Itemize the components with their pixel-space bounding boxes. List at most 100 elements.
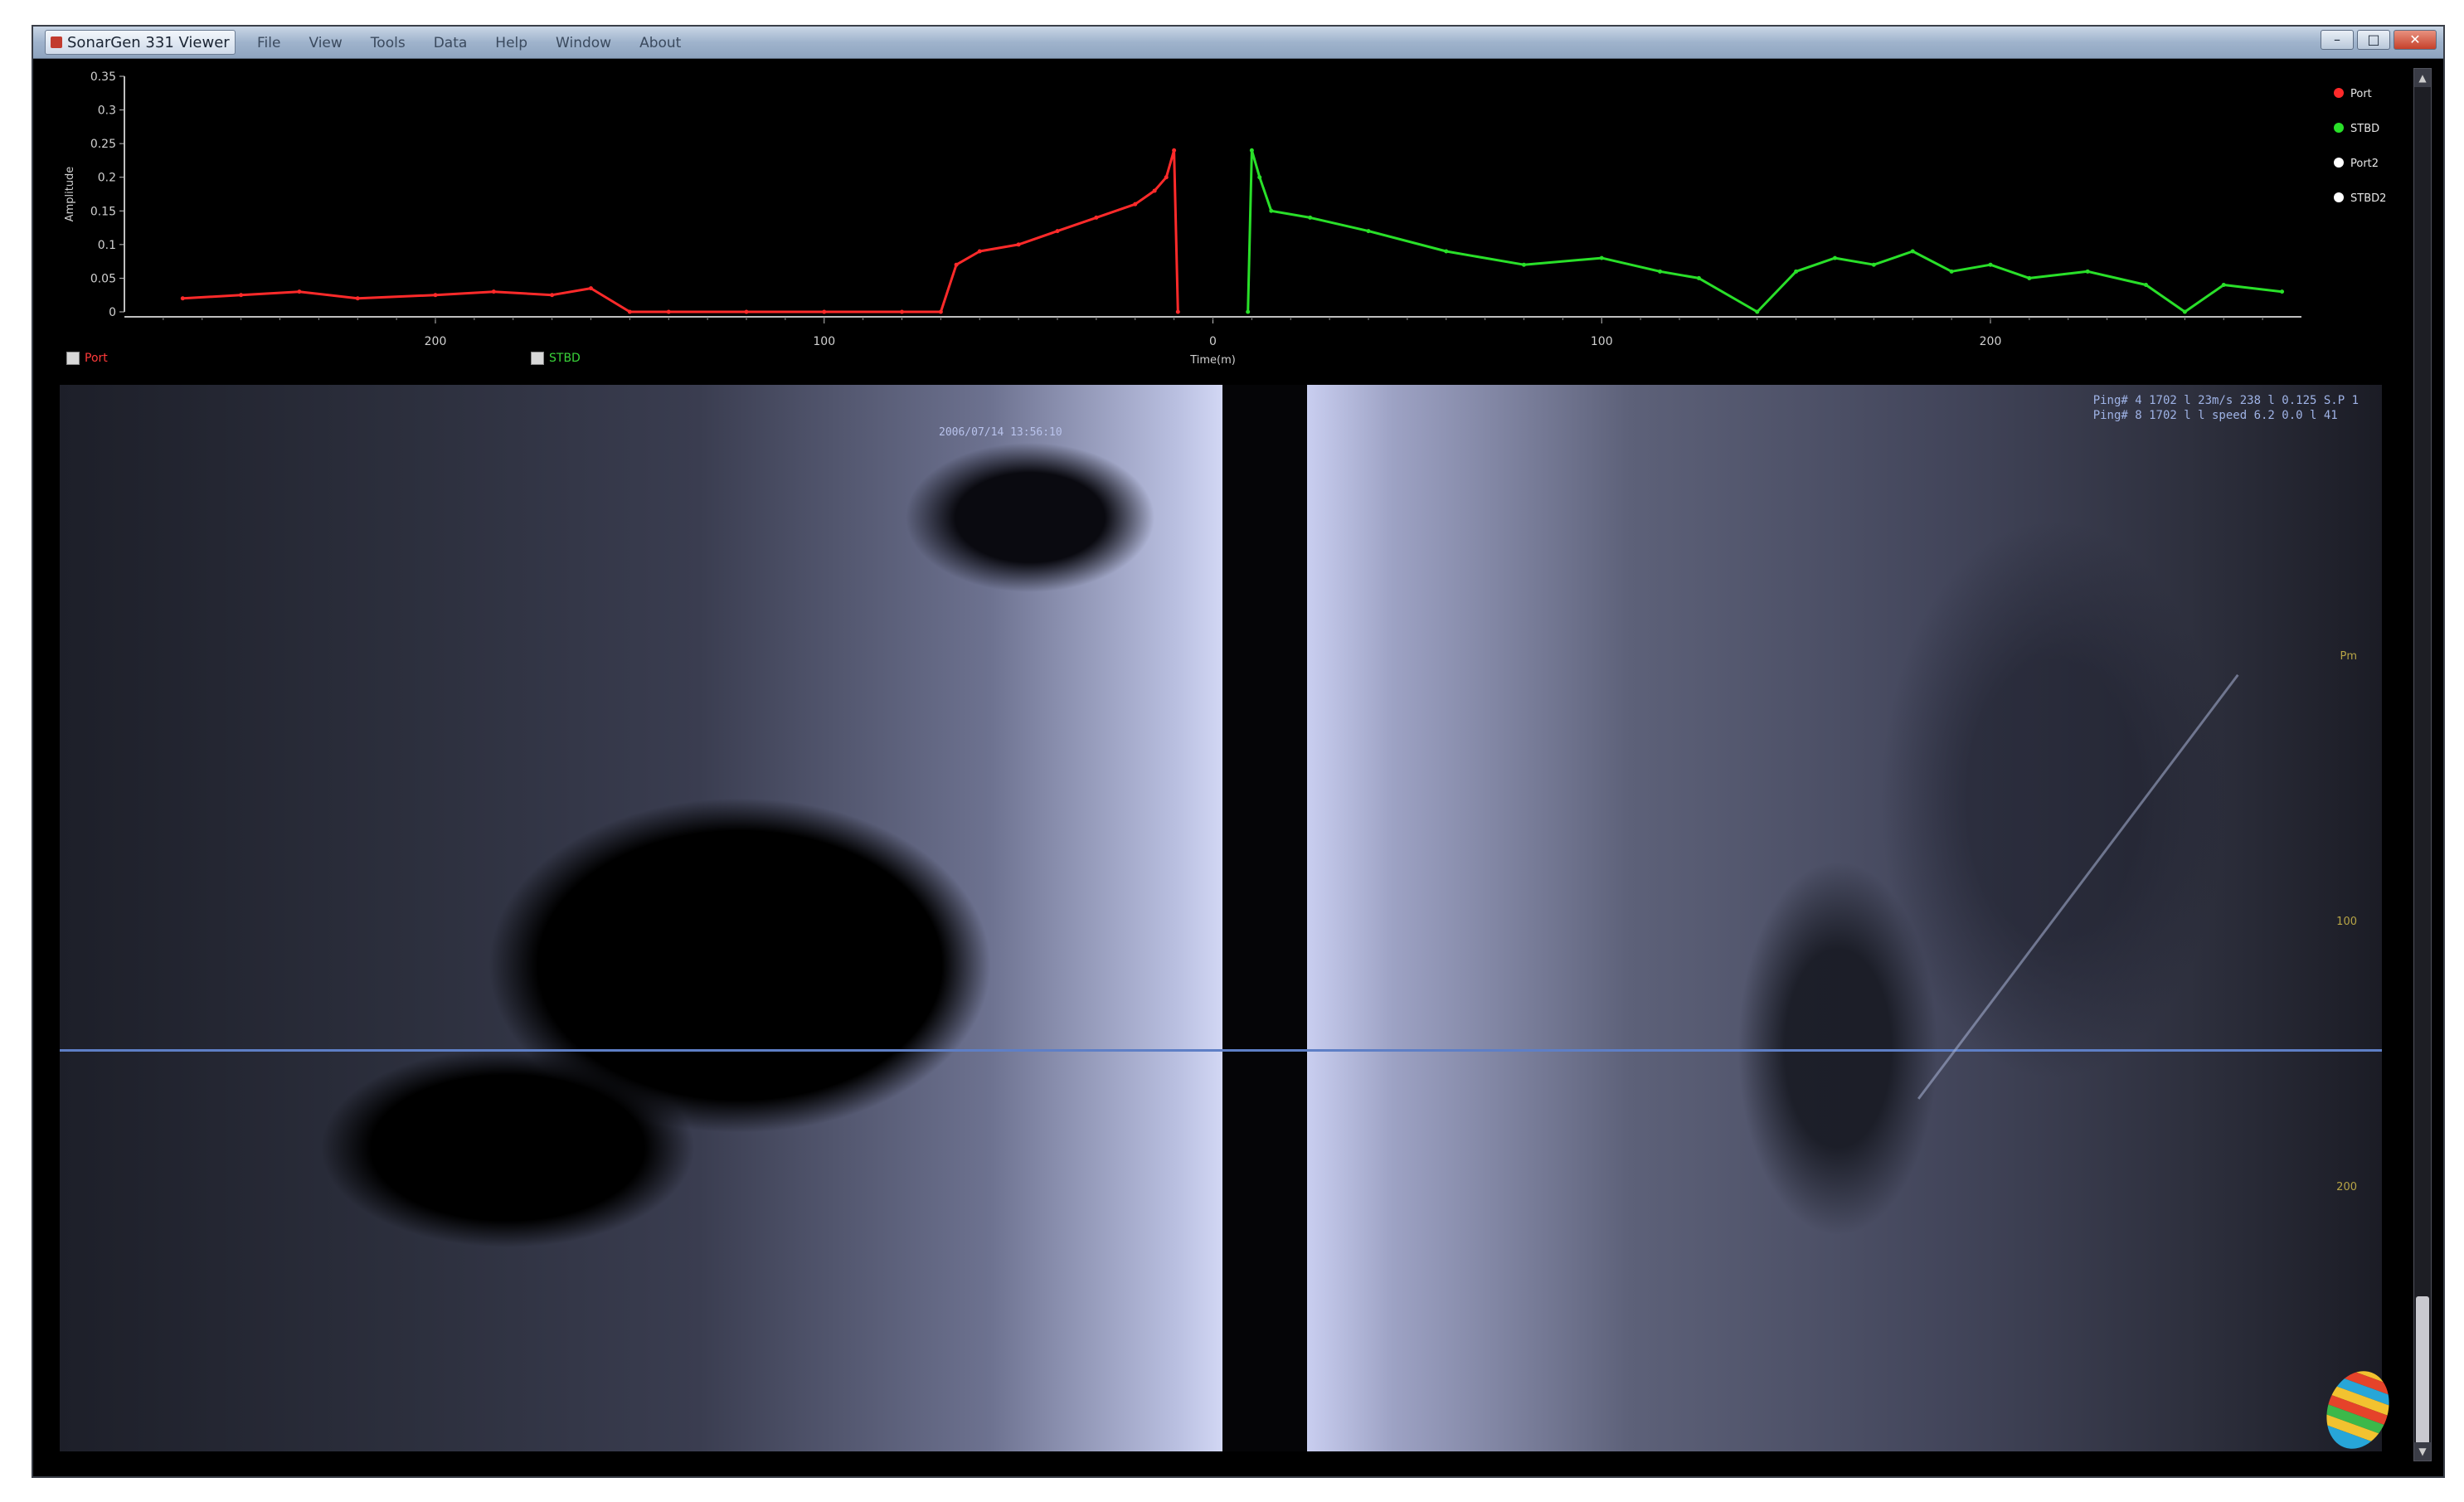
track-cursor-line[interactable] — [60, 1049, 2382, 1052]
x-tick-label: 200 — [425, 335, 447, 348]
data-point-port — [744, 309, 749, 314]
y-tick-label: 0.2 — [98, 172, 116, 185]
menu-item-view[interactable]: View — [309, 33, 342, 53]
vertical-scrollbar[interactable]: ▲ ▼ — [2413, 68, 2432, 1461]
window-controls: – □ ✕ — [2321, 30, 2437, 50]
x-tick-label: 100 — [813, 335, 835, 348]
port-checkbox[interactable] — [66, 352, 80, 365]
y-tick-label: 0.05 — [90, 272, 116, 285]
data-point-port — [239, 293, 244, 298]
menu-item-tools[interactable]: Tools — [371, 33, 406, 53]
data-point-port — [822, 309, 827, 314]
timestamp-overlay: 2006/07/14 13:56:10 — [939, 426, 1062, 439]
data-point-stbd — [2182, 309, 2187, 314]
minimize-button[interactable]: – — [2321, 30, 2354, 50]
scroll-down-arrow-icon[interactable]: ▼ — [2414, 1442, 2431, 1461]
channel-stbd-toggle[interactable]: STBD — [531, 352, 581, 365]
data-point-port — [1133, 202, 1138, 207]
sonar-image-view[interactable]: 2006/07/14 13:56:10 Ping# 4 1702 l 23m/s… — [60, 385, 2382, 1451]
data-point-stbd — [2221, 283, 2226, 288]
data-point-port — [297, 289, 302, 294]
legend-marker — [2334, 158, 2344, 168]
menu-item-window[interactable]: Window — [556, 33, 611, 53]
ping-info-line: Ping# 4 1702 l 23m/s 238 l 0.125 S.P 1 — [2092, 394, 2359, 407]
data-point-stbd — [1308, 215, 1313, 220]
data-point-stbd — [1910, 249, 1915, 254]
data-point-port — [954, 262, 959, 267]
menu-item-help[interactable]: Help — [495, 33, 527, 53]
channel-labels: Port STBD — [33, 352, 2413, 377]
data-point-port — [1055, 229, 1060, 234]
data-point-port — [977, 249, 982, 254]
y-tick-label: 0.1 — [98, 239, 116, 252]
data-point-port — [666, 309, 671, 314]
stbd-checkbox[interactable] — [531, 352, 544, 365]
data-point-stbd — [1257, 175, 1262, 180]
viewer-window: SonarGen 331 Viewer File View Tools Data Hel… — [32, 25, 2445, 1478]
stbd-channel-label: STBD — [549, 352, 581, 365]
range-mark: 200 — [2336, 1181, 2357, 1193]
ping-info-overlay: Ping# 4 1702 l 23m/s 238 l 0.125 S.P 1 P… — [2093, 393, 2359, 423]
y-tick-label: 0.3 — [98, 105, 116, 118]
x-tick-label: 100 — [1591, 335, 1613, 348]
data-point-port — [180, 296, 185, 301]
port-channel-label: Port — [85, 352, 108, 365]
data-point-port — [491, 289, 496, 294]
data-point-stbd — [2027, 275, 2032, 280]
amplitude-chart-panel: 0.35 0.3 0.25 0.2 0.15 0.1 0.05 0 200 100 0 100 200 T… — [33, 60, 2413, 383]
data-point-port — [433, 293, 438, 298]
data-point-port — [1094, 215, 1099, 220]
y-axis-label: Amplitude — [64, 167, 76, 222]
legend-label: STBD — [2350, 123, 2379, 135]
data-point-stbd — [1696, 275, 1701, 280]
port-sonar-pane[interactable] — [60, 385, 1222, 1451]
x-tick-label: 0 — [1209, 335, 1217, 348]
title-bar[interactable]: SonarGen 331 Viewer File View Tools Data Hel… — [33, 27, 2443, 59]
menu-item-about[interactable]: About — [639, 33, 681, 53]
company-logo-icon — [2321, 1362, 2395, 1453]
data-point-port — [1175, 309, 1180, 314]
data-point-port — [550, 293, 555, 298]
data-point-port — [938, 309, 943, 314]
scroll-up-arrow-icon[interactable]: ▲ — [2414, 69, 2431, 87]
y-tick-label: 0.35 — [90, 70, 116, 84]
scroll-thumb[interactable] — [2416, 1296, 2429, 1446]
data-point-port — [355, 296, 360, 301]
channel-port-toggle[interactable]: Port — [66, 352, 108, 365]
data-point-stbd — [2280, 289, 2285, 294]
data-point-stbd — [2144, 283, 2148, 288]
data-point-stbd — [1366, 229, 1371, 234]
data-point-stbd — [1988, 262, 1993, 267]
data-point-port — [627, 309, 632, 314]
series-line-stbd — [1247, 148, 2282, 314]
data-point-stbd — [1599, 255, 1604, 260]
data-point-stbd — [1246, 309, 1251, 314]
close-button[interactable]: ✕ — [2394, 30, 2437, 50]
data-point-port — [1152, 188, 1157, 193]
data-point-stbd — [1522, 262, 1526, 267]
y-tick-label: 0.15 — [90, 205, 116, 218]
data-point-stbd — [1755, 309, 1760, 314]
data-point-stbd — [1658, 269, 1663, 274]
data-point-stbd — [1444, 249, 1449, 254]
legend-marker — [2334, 192, 2344, 202]
maximize-button[interactable]: □ — [2357, 30, 2390, 50]
range-mark: Pm — [2340, 650, 2357, 663]
data-point-stbd — [1249, 148, 1254, 153]
menu-item-data[interactable]: Data — [434, 33, 468, 53]
stbd-sonar-pane[interactable] — [1307, 385, 2382, 1451]
data-point-stbd — [1871, 262, 1876, 267]
data-point-stbd — [1794, 269, 1799, 274]
range-mark: 100 — [2336, 916, 2357, 928]
menu-item-file[interactable]: File — [257, 33, 280, 53]
data-point-port — [589, 286, 593, 291]
data-point-port — [900, 309, 904, 314]
data-point-stbd — [1269, 208, 1274, 213]
menu-bar: File View Tools Data Help Window About — [257, 33, 681, 53]
series-line-port — [182, 148, 1179, 314]
window-title-tab: SonarGen 331 Viewer — [45, 30, 236, 55]
legend-marker — [2334, 88, 2344, 98]
data-point-port — [1016, 242, 1021, 247]
y-tick-label: 0.25 — [90, 138, 116, 151]
data-point-port — [1172, 148, 1177, 153]
